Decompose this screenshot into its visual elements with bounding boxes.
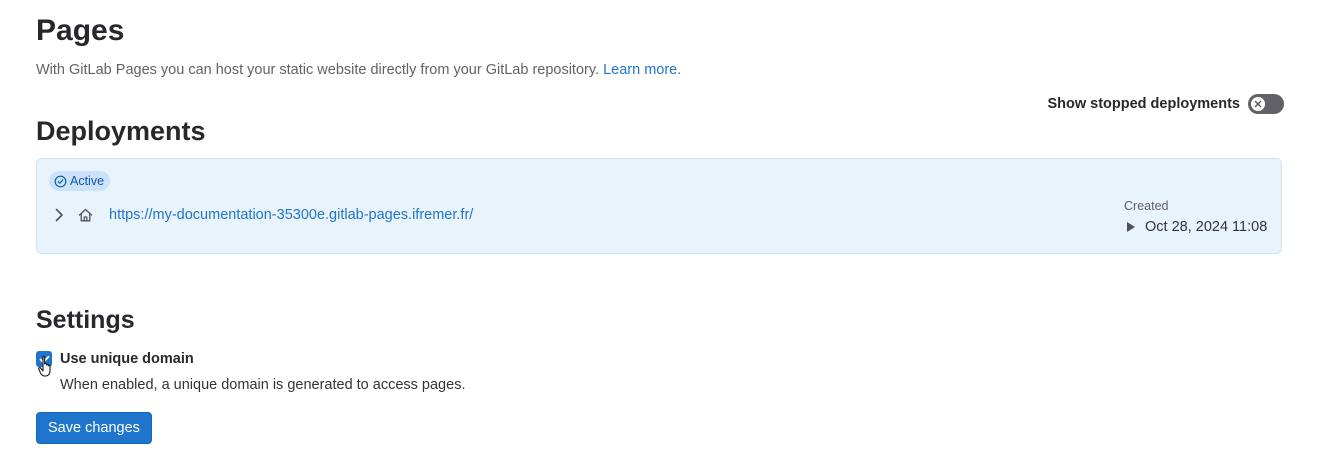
deployment-row: https://my-documentation-35300e.gitlab-p… bbox=[51, 207, 473, 223]
show-stopped-deployments-toggle-group: Show stopped deployments bbox=[1047, 94, 1284, 114]
chevron-right-icon[interactable] bbox=[51, 207, 67, 223]
deployment-card: Active https://my-documentation-35300e.g… bbox=[36, 158, 1282, 254]
created-date-row: Oct 28, 2024 11:08 bbox=[1124, 219, 1267, 235]
learn-more-link[interactable]: Learn more. bbox=[603, 62, 681, 78]
settings-title: Settings bbox=[36, 306, 135, 334]
status-badge: Active bbox=[49, 171, 111, 191]
toggle-knob bbox=[1251, 97, 1265, 111]
check-circle-icon bbox=[54, 175, 67, 187]
description-text: With GitLab Pages you can host your stat… bbox=[36, 62, 600, 78]
pages-settings-page: Pages With GitLab Pages you can host you… bbox=[0, 0, 1332, 459]
close-icon bbox=[1254, 100, 1262, 108]
toggle-label: Show stopped deployments bbox=[1047, 96, 1240, 112]
show-stopped-deployments-toggle[interactable] bbox=[1248, 94, 1284, 114]
page-description: With GitLab Pages you can host your stat… bbox=[36, 60, 681, 80]
created-date: Oct 28, 2024 11:08 bbox=[1145, 219, 1268, 235]
deployment-url-link[interactable]: https://my-documentation-35300e.gitlab-p… bbox=[109, 207, 473, 223]
created-label: Created bbox=[1124, 199, 1169, 213]
deployments-title: Deployments bbox=[36, 116, 206, 146]
hand-pointer-cursor-icon bbox=[38, 355, 51, 377]
page-title: Pages bbox=[36, 14, 125, 47]
play-icon bbox=[1127, 222, 1135, 232]
unique-domain-help: When enabled, a unique domain is generat… bbox=[60, 377, 466, 393]
unique-domain-label: Use unique domain bbox=[60, 351, 194, 367]
home-icon bbox=[77, 207, 93, 223]
status-label: Active bbox=[70, 174, 105, 188]
save-changes-button[interactable]: Save changes bbox=[36, 412, 152, 444]
